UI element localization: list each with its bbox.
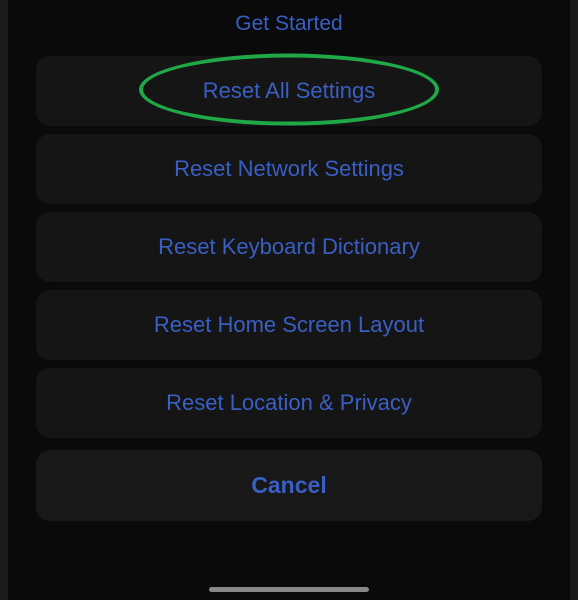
reset-home-label: Reset Home Screen Layout [154,312,424,337]
reset-location-privacy-button[interactable]: Reset Location & Privacy [36,368,542,438]
reset-keyboard-dictionary-button[interactable]: Reset Keyboard Dictionary [36,212,542,282]
reset-all-label: Reset All Settings [203,78,375,103]
reset-network-label: Reset Network Settings [174,156,404,181]
reset-location-label: Reset Location & Privacy [166,390,412,415]
phone-screen: Get Started Reset All Settings Reset Net… [0,0,578,600]
action-sheet: Reset All Settings Reset Network Setting… [8,56,570,600]
home-indicator[interactable] [209,587,369,592]
cancel-label: Cancel [251,472,326,498]
cancel-button[interactable]: Cancel [36,450,542,521]
header-title: Get Started [8,0,570,56]
reset-network-settings-button[interactable]: Reset Network Settings [36,134,542,204]
reset-home-screen-layout-button[interactable]: Reset Home Screen Layout [36,290,542,360]
reset-keyboard-label: Reset Keyboard Dictionary [158,234,420,259]
reset-all-settings-button[interactable]: Reset All Settings [36,56,542,126]
